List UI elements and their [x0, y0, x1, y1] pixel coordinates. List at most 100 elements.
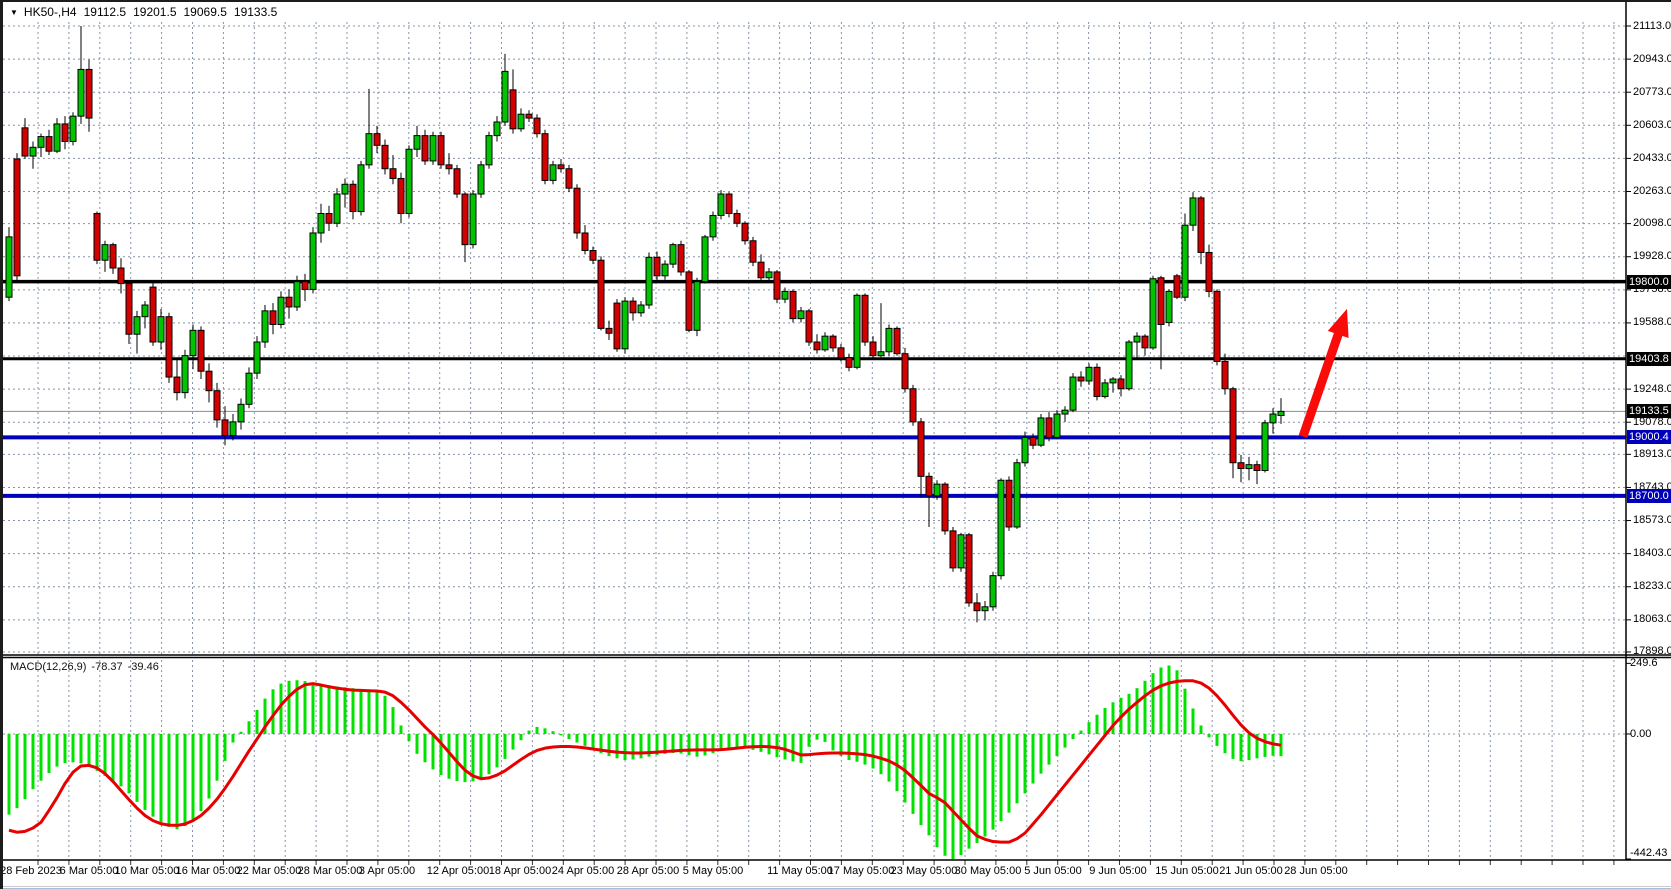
macd-indicator-label: MACD(12,26,9)-78.37-39.46 — [10, 661, 164, 673]
collapse-triangle-icon[interactable]: ▼ — [10, 8, 18, 17]
candle-body — [430, 136, 436, 161]
candle-body — [1126, 342, 1132, 389]
candle-body — [1086, 367, 1092, 381]
candle-body — [366, 134, 372, 165]
macd-axis-label: -442.43 — [1630, 847, 1667, 860]
candle-body — [294, 282, 300, 307]
candle-body — [1190, 198, 1196, 225]
candle-body — [870, 342, 876, 356]
candle-body — [1166, 291, 1172, 322]
candle-body — [262, 311, 268, 342]
candle-body — [622, 301, 628, 349]
candle-body — [678, 245, 684, 272]
time-axis-label: 5 May 05:00 — [668, 865, 758, 877]
candle-body — [774, 272, 780, 299]
candle-body — [254, 342, 260, 373]
candle-body — [158, 317, 164, 342]
candle-body — [94, 214, 100, 261]
bar-open-value: 19112.5 — [84, 5, 127, 19]
candle-body — [14, 159, 20, 276]
symbol-period-label: HK50-,H4 — [24, 5, 77, 19]
candle-body — [6, 237, 12, 297]
candle-body — [1078, 377, 1084, 381]
candle-body — [1270, 414, 1276, 423]
candle-body — [1262, 423, 1268, 471]
candle-body — [1134, 336, 1140, 342]
candle-body — [1142, 336, 1148, 348]
candle-body — [438, 136, 444, 165]
time-axis-label: 28 Jun 05:00 — [1271, 865, 1361, 877]
candle-body — [910, 389, 916, 422]
candle-body — [558, 165, 564, 169]
candle-body — [238, 404, 244, 422]
candle-body — [726, 194, 732, 213]
candle-body — [1246, 465, 1252, 469]
candle-body — [1150, 279, 1156, 348]
candle-body — [382, 145, 388, 168]
trend-arrow-shaft[interactable] — [1303, 329, 1340, 437]
candle-body — [798, 311, 804, 319]
candle-body — [1174, 276, 1180, 297]
candle-body — [318, 214, 324, 233]
candle-body — [110, 245, 116, 268]
candle-body — [534, 118, 540, 134]
price-axis-label: 19248.0 — [1633, 383, 1671, 396]
candle-body — [350, 184, 356, 211]
candle-body — [1254, 465, 1260, 471]
candle-body — [422, 136, 428, 161]
price-axis-label: 19928.0 — [1633, 250, 1671, 263]
candle-body — [902, 354, 908, 389]
price-axis-label: 18063.0 — [1633, 613, 1671, 626]
macd-main-value: -78.37 — [91, 661, 122, 673]
price-axis-label: 21113.0 — [1633, 20, 1671, 33]
candle-body — [246, 373, 252, 404]
candle-body — [22, 128, 28, 156]
candle-body — [718, 194, 724, 215]
candle-body — [1038, 418, 1044, 445]
candle-body — [518, 114, 524, 129]
candle-body — [414, 136, 420, 150]
price-axis-label: 19588.0 — [1633, 316, 1671, 329]
candle-body — [942, 484, 948, 531]
candle-body — [950, 531, 956, 568]
candle-body — [598, 260, 604, 328]
candle-body — [846, 358, 852, 368]
candle-body — [1070, 377, 1076, 410]
bar-close-value: 19133.5 — [234, 5, 277, 19]
candle-body — [374, 134, 380, 146]
level-price-tag: 19000.4 — [1627, 430, 1671, 444]
candle-body — [1214, 291, 1220, 361]
candle-body — [1222, 361, 1228, 388]
level-price-tag: 19800.0 — [1627, 275, 1671, 289]
candle-body — [702, 237, 708, 282]
candle-body — [854, 295, 860, 367]
candle-body — [510, 90, 516, 129]
candle-body — [934, 484, 940, 496]
level-price-tag: 19403.8 — [1627, 352, 1671, 366]
candle-body — [286, 297, 292, 307]
candle-body — [830, 336, 836, 348]
bar-low-value: 19069.5 — [184, 5, 227, 19]
candle-body — [542, 134, 548, 181]
candle-body — [606, 328, 612, 333]
candle-body — [462, 194, 468, 245]
candle-body — [1206, 252, 1212, 291]
candle-body — [1158, 278, 1164, 325]
candle-body — [814, 342, 820, 350]
candle-body — [1006, 480, 1012, 527]
candle-body — [358, 165, 364, 212]
candle-body — [214, 391, 220, 420]
chart-canvas[interactable] — [3, 2, 1671, 889]
trend-arrow-head[interactable] — [1328, 309, 1349, 338]
trading-chart-window: ▼HK50-,H419112.519201.519069.519133.5 MA… — [0, 0, 1671, 889]
candle-body — [806, 311, 812, 342]
candle-body — [134, 317, 140, 335]
price-axis-label: 18913.0 — [1633, 448, 1671, 461]
candle-body — [390, 169, 396, 179]
candle-body — [302, 282, 308, 290]
candle-body — [974, 603, 980, 611]
candle-body — [822, 336, 828, 350]
candle-body — [662, 264, 668, 276]
candle-body — [30, 147, 36, 156]
macd-axis-label: 0.00 — [1630, 728, 1651, 741]
